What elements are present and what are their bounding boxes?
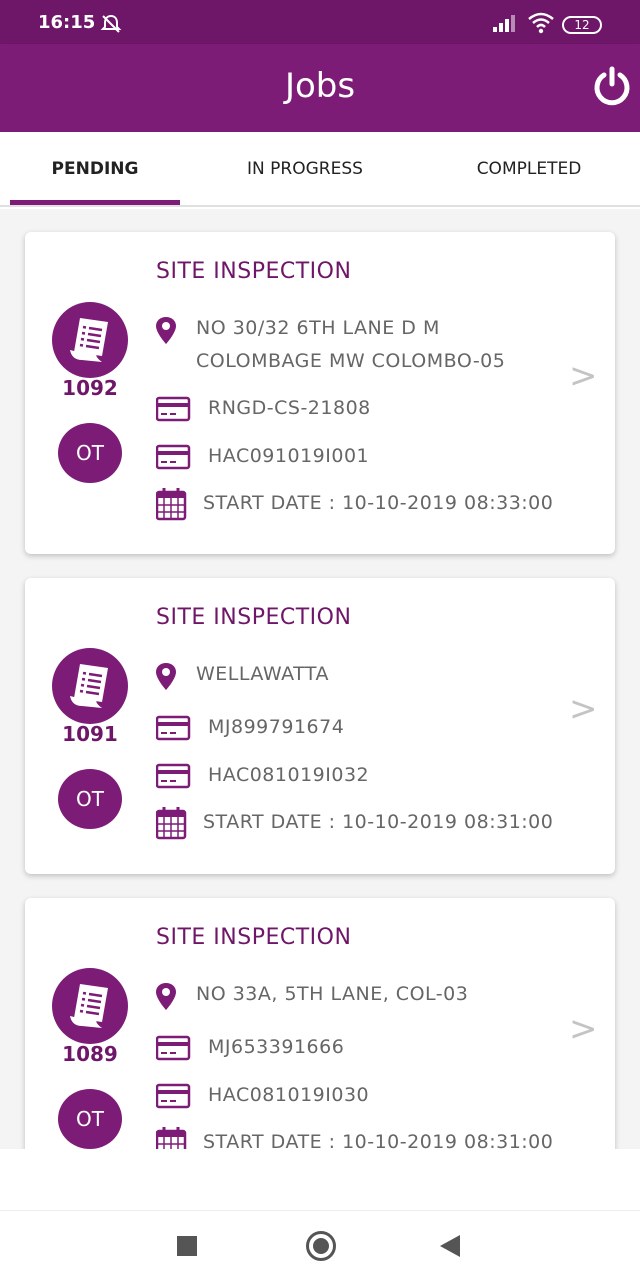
address-row: WELLAWATTA — [156, 658, 329, 696]
job-type: SITE INSPECTION — [156, 605, 352, 630]
chevron-right-icon[interactable]: > — [569, 689, 598, 729]
address-text: NO 33A, 5TH LANE, COL-03 — [196, 983, 469, 1005]
address-row: NO 30/32 6TH LANE D M COLOMBAGE MW COLOM… — [156, 312, 505, 378]
job-card[interactable]: SITE INSPECTION 1089 OT NO 33A, 5TH LANE… — [25, 898, 615, 1149]
tab-completed[interactable]: COMPLETED — [440, 132, 618, 207]
card-icon — [156, 763, 191, 789]
ot-badge: OT — [58, 769, 122, 829]
tab-indicator — [10, 200, 180, 205]
tab-bar: PENDING IN PROGRESS COMPLETED — [0, 132, 640, 207]
job-type: SITE INSPECTION — [156, 925, 352, 950]
location-pin-icon — [156, 663, 176, 690]
reference-text: MJ899791674 — [208, 716, 345, 738]
start-date-text: START DATE : 10-10-2019 08:31:00 — [203, 1131, 554, 1149]
card-icon — [156, 396, 191, 422]
tab-pending[interactable]: PENDING — [10, 132, 180, 207]
start-date-text: START DATE : 10-10-2019 08:31:00 — [203, 811, 554, 833]
card-icon — [156, 715, 191, 741]
reference-text: RNGD-CS-21808 — [208, 397, 371, 419]
job-avatar — [52, 648, 128, 724]
card-icon — [156, 444, 191, 470]
job-number: 1091 — [62, 722, 118, 746]
code-row: HAC081019I030 — [156, 1079, 369, 1113]
job-type: SITE INSPECTION — [156, 259, 352, 284]
home-icon[interactable] — [306, 1231, 336, 1261]
card-icon — [156, 1083, 191, 1109]
back-icon[interactable] — [440, 1235, 460, 1257]
reference-row: MJ653391666 — [156, 1031, 344, 1065]
reference-row: RNGD-CS-21808 — [156, 392, 371, 426]
start-date-row: START DATE : 10-10-2019 08:31:00 — [156, 1126, 553, 1149]
page-title: Jobs — [284, 66, 356, 106]
code-row: HAC081019I032 — [156, 759, 369, 793]
location-pin-icon — [156, 317, 176, 344]
tab-in-progress[interactable]: IN PROGRESS — [215, 132, 395, 207]
code-row: HAC091019I001 — [156, 440, 369, 474]
reference-text: MJ653391666 — [208, 1036, 345, 1058]
address-row: NO 33A, 5TH LANE, COL-03 — [156, 978, 468, 1016]
calendar-icon — [156, 488, 187, 521]
status-time: 16:15 — [38, 12, 96, 33]
location-pin-icon — [156, 983, 176, 1010]
battery-icon: 12 — [562, 16, 602, 34]
document-icon — [70, 664, 108, 708]
system-nav-bar — [0, 1210, 640, 1280]
reference-row: MJ899791674 — [156, 711, 344, 745]
job-avatar — [52, 968, 128, 1044]
chevron-right-icon[interactable]: > — [569, 1009, 598, 1049]
start-date-row: START DATE : 10-10-2019 08:31:00 — [156, 806, 553, 840]
wifi-icon — [528, 12, 554, 34]
document-icon — [70, 984, 108, 1028]
job-card[interactable]: SITE INSPECTION 1092 OT NO 30/32 6TH LAN… — [25, 232, 615, 554]
signal-icon — [493, 15, 515, 32]
start-date-text: START DATE : 10-10-2019 08:33:00 — [203, 492, 554, 514]
status-bar: 16:15 12 — [0, 0, 640, 44]
job-list[interactable]: SITE INSPECTION 1092 OT NO 30/32 6TH LAN… — [0, 209, 640, 1149]
address-text: WELLAWATTA — [196, 663, 330, 685]
battery-level: 12 — [574, 18, 590, 32]
app-bar: Jobs — [0, 44, 640, 132]
job-number: 1089 — [62, 1042, 118, 1066]
recents-icon[interactable] — [177, 1236, 197, 1256]
job-card[interactable]: SITE INSPECTION 1091 OT WELLAWATTA MJ899… — [25, 578, 615, 874]
code-text: HAC091019I001 — [208, 445, 370, 467]
job-avatar — [52, 302, 128, 378]
code-text: HAC081019I032 — [208, 764, 370, 786]
address-text: NO 30/32 6TH LANE D M COLOMBAGE MW COLOM… — [196, 317, 506, 372]
job-number: 1092 — [62, 376, 118, 400]
ot-badge: OT — [58, 1089, 122, 1149]
calendar-icon — [156, 1127, 187, 1149]
start-date-row: START DATE : 10-10-2019 08:33:00 — [156, 487, 553, 521]
chevron-right-icon[interactable]: > — [569, 356, 598, 396]
power-icon[interactable] — [592, 66, 632, 106]
ot-badge: OT — [58, 423, 122, 483]
document-icon — [70, 318, 108, 362]
card-icon — [156, 1035, 191, 1061]
calendar-icon — [156, 807, 187, 840]
mute-icon — [100, 14, 122, 33]
code-text: HAC081019I030 — [208, 1084, 370, 1106]
